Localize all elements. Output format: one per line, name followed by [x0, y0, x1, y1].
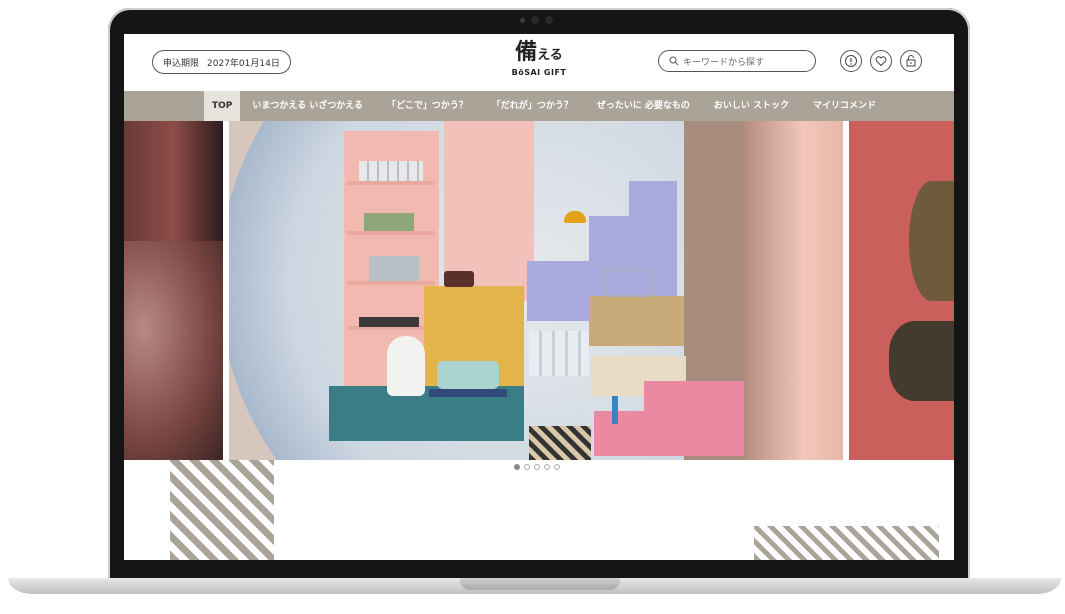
site-logo[interactable]: 備える BōSAI GIFT [509, 40, 569, 77]
site-header: 申込期限 2027年01月14日 備える BōSAI GIFT キーワードから探… [124, 34, 954, 91]
nav-item-where[interactable]: 「どこで」つかう？ [375, 91, 480, 121]
carousel-slide-next[interactable] [849, 121, 954, 460]
login-button[interactable] [900, 50, 922, 72]
camera [520, 14, 553, 26]
deadline-label: 申込期限 [163, 58, 200, 69]
carousel-slide-prev[interactable] [124, 121, 223, 460]
stripe-decoration-right [754, 526, 939, 560]
info-icon [845, 55, 857, 67]
laptop-notch [460, 578, 620, 590]
nav-item-essentials[interactable]: ぜったいに 必要なもの [585, 91, 702, 121]
carousel-pagination [514, 464, 560, 470]
logo-kana: える [537, 48, 563, 63]
nav-item-now-use[interactable]: いまつかえる いざつかえる [240, 91, 375, 121]
deadline-date: 2027年01月14日 [207, 58, 280, 69]
search-input[interactable]: キーワードから探す [658, 50, 816, 72]
lock-icon [906, 55, 916, 67]
carousel-dot-5[interactable] [554, 464, 560, 470]
nav-item-my-recommend[interactable]: マイリコメンド [801, 91, 888, 121]
nav-item-who[interactable]: 「だれが」つかう？ [480, 91, 585, 121]
search-icon [669, 56, 679, 66]
favorites-button[interactable] [870, 50, 892, 72]
hero-carousel [124, 121, 954, 460]
nav-item-tasty-stock[interactable]: おいしい ストック [702, 91, 801, 121]
pink-box [644, 381, 744, 456]
deadline-badge: 申込期限 2027年01月14日 [152, 50, 291, 74]
screen: 申込期限 2027年01月14日 備える BōSAI GIFT キーワードから探… [124, 34, 954, 560]
stripe-decoration-left [170, 460, 274, 560]
logo-kanji: 備 [515, 39, 538, 65]
heart-icon [875, 56, 887, 67]
logo-subtitle: BōSAI GIFT [511, 68, 567, 77]
carousel-dot-1[interactable] [514, 464, 520, 470]
carousel-slide-current[interactable] [229, 121, 843, 460]
carousel-dot-4[interactable] [544, 464, 550, 470]
carousel-dot-3[interactable] [534, 464, 540, 470]
main-nav: TOP いまつかえる いざつかえる 「どこで」つかう？ 「だれが」つかう？ ぜっ… [124, 91, 954, 121]
info-button[interactable] [840, 50, 862, 72]
carousel-dot-2[interactable] [524, 464, 530, 470]
nav-item-top[interactable]: TOP [204, 91, 241, 121]
search-placeholder: キーワードから探す [683, 57, 765, 68]
